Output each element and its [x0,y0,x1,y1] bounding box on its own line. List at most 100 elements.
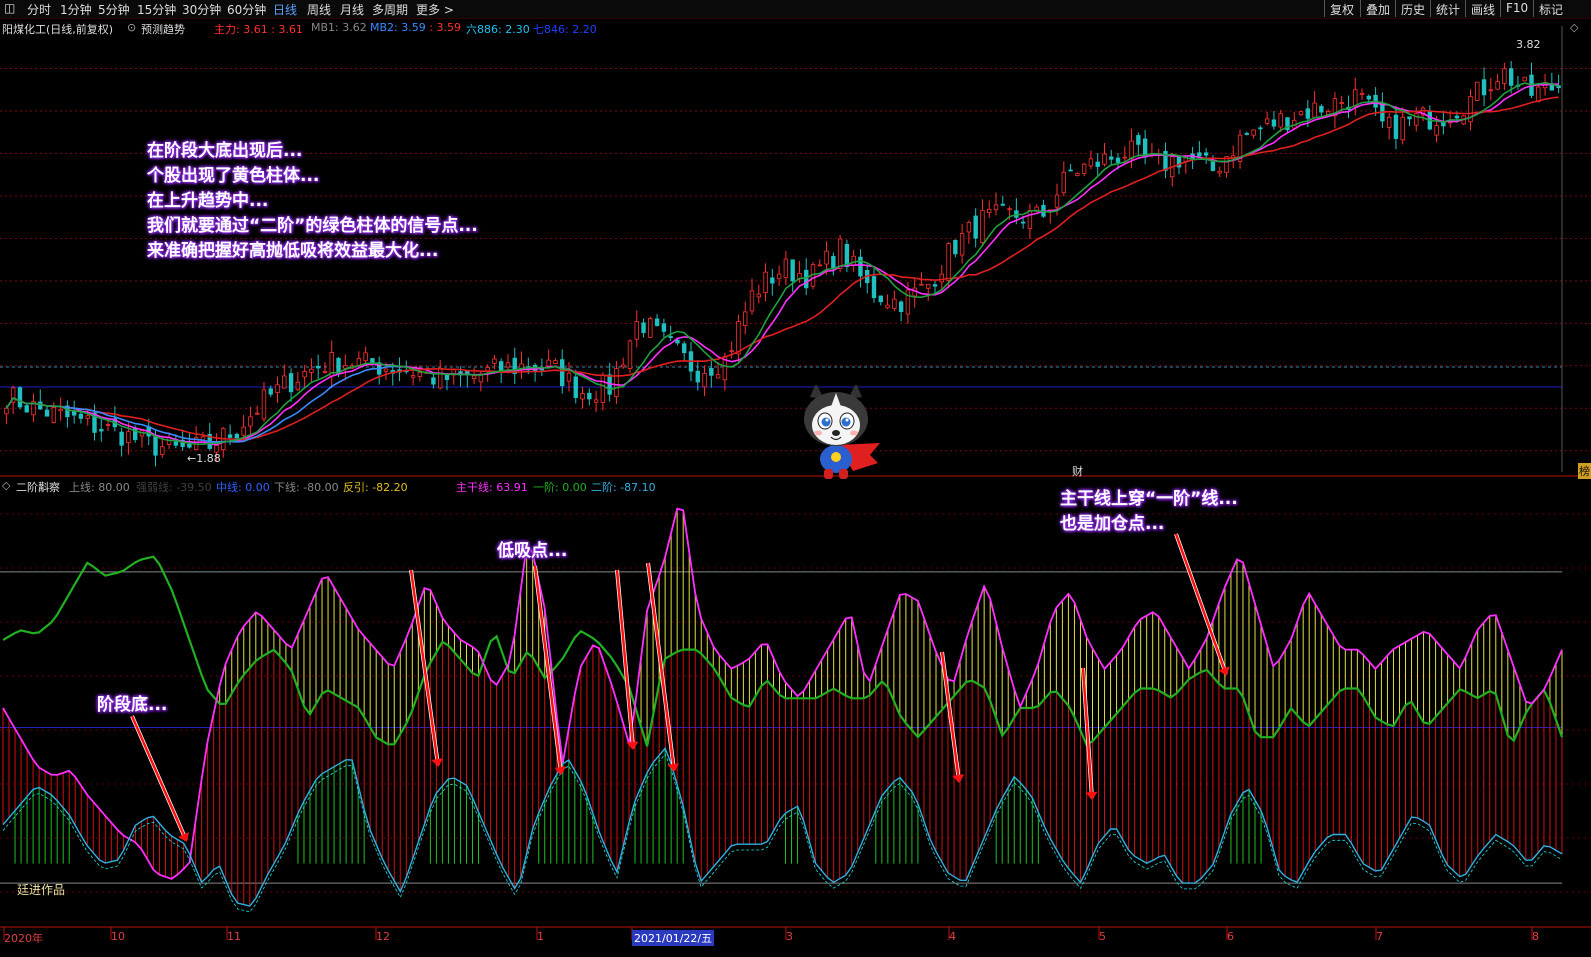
candle-body [702,373,707,388]
candle-body [966,221,972,233]
sub-indicator: 上线: 80.00 [69,481,130,494]
candle-body [573,376,578,398]
annotation-line: 个股出现了黄色柱体... [147,166,320,186]
candle-body [105,424,111,426]
sub-indicator: 强弱线: -39.50 [136,481,212,494]
candle-body [417,372,423,377]
candle-body [1366,95,1372,100]
candle-body [1488,89,1494,92]
candle-body [1475,81,1480,101]
candle-body [254,412,260,415]
candle-body [1271,119,1277,127]
high-price-label: 3.82 [1516,38,1541,51]
candle-body [600,375,606,403]
candle-body [654,318,660,326]
candle-body [302,371,307,378]
candle-body [309,368,314,373]
candle-body [363,352,368,362]
candle-body [1000,203,1005,206]
candle-body [1400,116,1405,141]
candle-body [227,434,233,438]
candle-body [756,293,761,298]
candle-body [1203,152,1209,156]
candle-body [770,277,775,284]
candle-body [1522,76,1527,82]
candle-body [1054,194,1060,208]
candle-body [709,368,714,376]
candle-body [1068,169,1073,172]
candle-body [1359,92,1365,95]
candle-body [44,409,50,417]
finance-marker[interactable]: 财 [1072,463,1083,479]
date-label: 10 [111,930,125,943]
candle-body [648,318,653,338]
sub-indicator: 二阶: -87.10 [591,481,656,494]
date-label: 2020年 [4,932,43,945]
annotation-line: 我们就要通过“二阶”的绿色柱体的信号点... [147,216,478,236]
annotation-line: 也是加仓点... [1060,514,1165,534]
candle-body [560,359,565,387]
oscillator-grid [0,513,1591,893]
date-label: 3 [786,930,793,943]
candle-body [1251,129,1256,136]
candle-body [1258,127,1263,130]
oscillator-lines [2,507,1564,913]
candle-body [587,392,592,400]
candle-body [51,406,57,423]
candle-body [878,295,883,303]
candle-body [322,370,328,373]
candle-body [38,401,43,410]
candle-body [1305,108,1311,119]
candle-body [24,405,29,413]
candle-body [282,375,287,389]
candle-body [1353,89,1358,108]
candle-body [566,372,572,382]
candle-body [315,365,321,369]
candle-body [593,399,599,403]
candle-body [160,446,165,455]
sub-collapse-icon[interactable]: ◇ [2,479,10,492]
candle-body [261,389,267,420]
candle-body [85,415,90,419]
arrow [646,562,680,772]
trunk-line [2,507,1563,880]
candle-body [234,433,240,439]
first-order-line [2,555,1564,747]
candle-body [546,359,551,367]
candle-body [871,276,877,299]
candle-body [1244,133,1250,135]
rank-marker[interactable]: 榜 [1578,463,1591,479]
arrow [1081,667,1098,800]
candle-body [1217,170,1222,174]
annotation-line: 主干线上穿“一阶”线... [1060,489,1238,509]
annotation-line: 在阶段大底出现后... [147,141,303,161]
candle-body [1278,113,1283,128]
candle-body [675,339,680,344]
second-order-dashed-line [2,753,1563,913]
candle-body [987,208,992,214]
candle-body [749,290,755,312]
candle-body [1495,81,1500,90]
candle-body [661,323,667,332]
ma-mb2-line [5,365,407,443]
candle-body [885,304,890,309]
candle-body [1095,161,1100,167]
candle-body [980,210,985,243]
candle-body [153,435,158,456]
second-order-line [2,747,1563,907]
candle-body [268,388,273,395]
sub-indicator: 一阶: 0.00 [533,481,587,494]
candle-body [1319,105,1324,113]
candle-body [1508,68,1514,86]
date-label: 8 [1532,930,1539,943]
candle-body [892,298,897,309]
candle-body [898,301,904,313]
candle-body [1088,158,1094,167]
candle-body [1264,118,1270,124]
sub-indicator: 主干线: 63.91 [456,481,528,494]
candle-body [437,367,443,389]
husky-mascot-icon [804,385,880,479]
candle-body [682,343,687,354]
candle-body [1339,102,1344,104]
candle-body [505,362,511,368]
